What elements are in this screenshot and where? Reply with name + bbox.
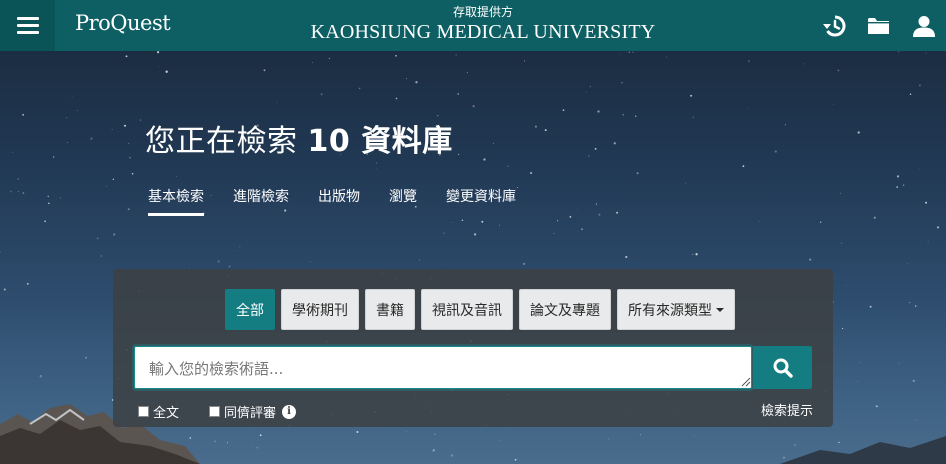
page-title: 您正在檢索 10 資料庫 [145, 116, 453, 160]
fulltext-label: 全文 [153, 406, 180, 421]
top-bar: ProQuest 存取提供方 KAOHSIUNG MEDICAL UNIVERS… [0, 0, 946, 51]
search-panel: 全部 學術期刊 書籍 視訊及音訊 論文及專題 所有來源類型 全文 同儕評審 i … [113, 269, 833, 427]
filter-all-button[interactable]: 全部 [225, 289, 275, 330]
filter-dissertations-button[interactable]: 論文及專題 [519, 289, 611, 330]
resize-grip-icon[interactable] [741, 377, 751, 387]
menu-button[interactable] [0, 0, 55, 51]
header-actions [811, 0, 946, 51]
all-source-types-label: 所有來源類型 [628, 302, 712, 319]
peer-reviewed-option[interactable]: 同儕評審 i [209, 402, 297, 421]
search-mode-tabs: 基本檢索 進階檢索 出版物 瀏覽 變更資料庫 [148, 186, 545, 216]
menu-icon [16, 17, 39, 34]
filter-video-audio-button[interactable]: 視訊及音訊 [421, 289, 513, 330]
search-options: 全文 同儕評審 i [138, 402, 326, 421]
tab-change-databases[interactable]: 變更資料庫 [446, 186, 516, 214]
search-tips-link[interactable]: 檢索提示 [761, 400, 813, 419]
provider-caption: 存取提供方 [452, 5, 513, 19]
search-icon [773, 358, 793, 378]
my-research-button[interactable] [856, 0, 901, 51]
provider-name: KAOHSIUNG MEDICAL UNIVERSITY [310, 21, 656, 43]
tab-publications[interactable]: 出版物 [318, 186, 360, 214]
source-type-filters: 全部 學術期刊 書籍 視訊及音訊 論文及專題 所有來源類型 [225, 289, 735, 330]
search-input[interactable] [134, 346, 752, 389]
all-source-types-dropdown[interactable]: 所有來源類型 [617, 289, 735, 330]
search-button[interactable] [753, 346, 812, 389]
user-account-button[interactable] [901, 0, 946, 51]
provider-block: 存取提供方 KAOHSIUNG MEDICAL UNIVERSITY [300, 4, 666, 44]
filter-books-button[interactable]: 書籍 [365, 289, 415, 330]
tab-advanced-search[interactable]: 進階檢索 [233, 186, 289, 214]
peer-reviewed-label: 同儕評審 [224, 406, 277, 421]
proquest-logo[interactable]: ProQuest [75, 11, 171, 35]
user-icon [912, 15, 935, 37]
info-icon[interactable]: i [282, 404, 297, 419]
history-icon [822, 15, 845, 36]
tab-basic-search[interactable]: 基本檢索 [148, 186, 204, 216]
filter-scholarly-journals-button[interactable]: 學術期刊 [281, 289, 359, 330]
title-database-count: 10 資料庫 [307, 124, 453, 159]
title-prefix: 您正在檢索 [145, 124, 308, 159]
fulltext-option[interactable]: 全文 [138, 402, 179, 421]
caret-down-icon [716, 307, 724, 312]
folder-icon [867, 17, 889, 34]
recent-searches-button[interactable] [811, 0, 856, 51]
peer-reviewed-checkbox[interactable] [209, 406, 221, 417]
fulltext-checkbox[interactable] [138, 406, 149, 417]
tab-browse[interactable]: 瀏覽 [389, 186, 417, 214]
